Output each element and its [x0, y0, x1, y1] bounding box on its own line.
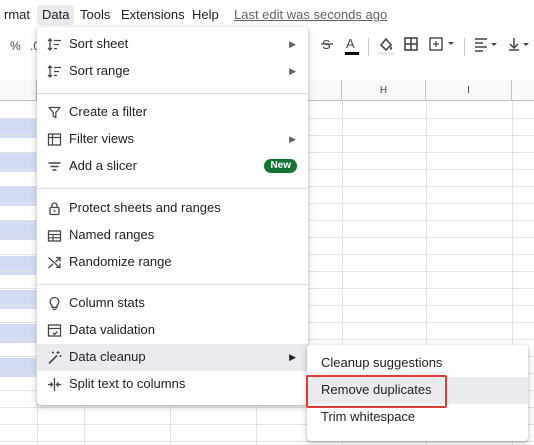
- menu-item-column-stats[interactable]: Column stats: [37, 290, 308, 317]
- column-header-i[interactable]: I: [426, 80, 512, 101]
- menu-format[interactable]: rmat: [4, 6, 30, 24]
- submenu-arrow-icon: ▶: [289, 352, 296, 362]
- filter-views-icon: [47, 132, 62, 147]
- menu-item-label: Create a filter: [69, 104, 148, 119]
- row-header-corner: [0, 80, 37, 101]
- vertical-align-icon[interactable]: [507, 36, 534, 52]
- submenu-item-label: Cleanup suggestions: [321, 355, 443, 370]
- menu-divider: [37, 93, 308, 94]
- submenu-item-cleanup-suggestions[interactable]: Cleanup suggestions: [307, 350, 528, 377]
- grid-line: [0, 441, 534, 442]
- menu-item-protect-sheets[interactable]: Protect sheets and ranges: [37, 195, 308, 222]
- menu-item-split-text[interactable]: Split text to columns: [37, 371, 308, 398]
- menu-item-sort-range[interactable]: Sort range ▶: [37, 58, 308, 85]
- selected-cell[interactable]: [0, 358, 36, 377]
- percent-format-button[interactable]: %: [10, 37, 21, 55]
- menu-item-label: Sort sheet: [69, 36, 129, 51]
- submenu-arrow-icon: ▶: [289, 66, 296, 76]
- menu-item-add-slicer[interactable]: Add a slicer New: [37, 153, 308, 180]
- menu-item-data-cleanup[interactable]: Data cleanup ▶: [37, 344, 308, 371]
- named-ranges-icon: [47, 228, 62, 243]
- selected-cell[interactable]: [0, 256, 36, 275]
- data-validation-icon: [47, 323, 62, 338]
- new-badge: New: [264, 159, 297, 173]
- menu-item-label: Sort range: [69, 63, 130, 78]
- toolbar-divider: [464, 38, 465, 56]
- menu-item-label: Data cleanup: [69, 349, 146, 364]
- menu-item-label: Column stats: [69, 295, 145, 310]
- data-menu: Sort sheet ▶ Sort range ▶ Create a filte…: [37, 27, 308, 405]
- menu-item-label: Randomize range: [69, 254, 172, 269]
- menu-item-label: Split text to columns: [69, 376, 186, 391]
- submenu-arrow-icon: ▶: [289, 39, 296, 49]
- filter-icon: [47, 105, 62, 120]
- lock-icon: [47, 201, 62, 216]
- submenu-item-label: Trim whitespace: [321, 409, 416, 424]
- menu-item-data-validation[interactable]: Data validation: [37, 317, 308, 344]
- menu-item-filter-views[interactable]: Filter views ▶: [37, 126, 308, 153]
- menu-bar: rmat Data Tools Extensions Help Last edi…: [0, 0, 534, 30]
- menu-extensions[interactable]: Extensions: [121, 6, 185, 24]
- menu-item-label: Add a slicer: [69, 158, 137, 173]
- menu-help[interactable]: Help: [192, 6, 219, 24]
- strikethrough-icon[interactable]: S: [320, 35, 334, 53]
- toolbar-divider: [368, 38, 369, 56]
- submenu-arrow-icon: ▶: [289, 134, 296, 144]
- last-edit-link[interactable]: Last edit was seconds ago: [234, 6, 387, 24]
- menu-divider: [37, 188, 308, 189]
- menu-data[interactable]: Data: [37, 5, 75, 25]
- column-header-h[interactable]: H: [342, 80, 426, 101]
- menu-item-randomize-range[interactable]: Randomize range: [37, 249, 308, 276]
- slicer-icon: [47, 159, 62, 174]
- submenu-item-trim-whitespace[interactable]: Trim whitespace: [307, 404, 528, 431]
- menu-item-label: Data validation: [69, 322, 155, 337]
- horizontal-align-icon[interactable]: [473, 36, 501, 52]
- lightbulb-icon: [47, 296, 62, 311]
- highlight-annotation-box: [306, 375, 447, 408]
- sort-icon: [47, 64, 62, 79]
- selected-cell[interactable]: [0, 324, 36, 343]
- svg-text:A: A: [346, 36, 355, 51]
- menu-item-label: Named ranges: [69, 227, 155, 242]
- text-color-icon[interactable]: A: [344, 35, 360, 57]
- menu-item-label: Filter views: [69, 131, 135, 146]
- shuffle-icon: [47, 255, 62, 270]
- menu-item-named-ranges[interactable]: Named ranges: [37, 222, 308, 249]
- menu-tools[interactable]: Tools: [80, 6, 110, 24]
- menu-item-label: Protect sheets and ranges: [69, 200, 221, 215]
- fill-color-icon[interactable]: [377, 35, 395, 57]
- merge-cells-icon[interactable]: [428, 36, 456, 52]
- borders-icon[interactable]: [403, 36, 419, 52]
- menu-item-create-filter[interactable]: Create a filter: [37, 99, 308, 126]
- menu-item-sort-sheet[interactable]: Sort sheet ▶: [37, 31, 308, 58]
- menu-divider: [37, 284, 308, 285]
- column-header[interactable]: [512, 80, 534, 101]
- split-columns-icon: [47, 377, 62, 392]
- magic-wand-icon: [47, 350, 62, 365]
- sort-icon: [47, 37, 62, 52]
- selected-cell[interactable]: [0, 290, 36, 309]
